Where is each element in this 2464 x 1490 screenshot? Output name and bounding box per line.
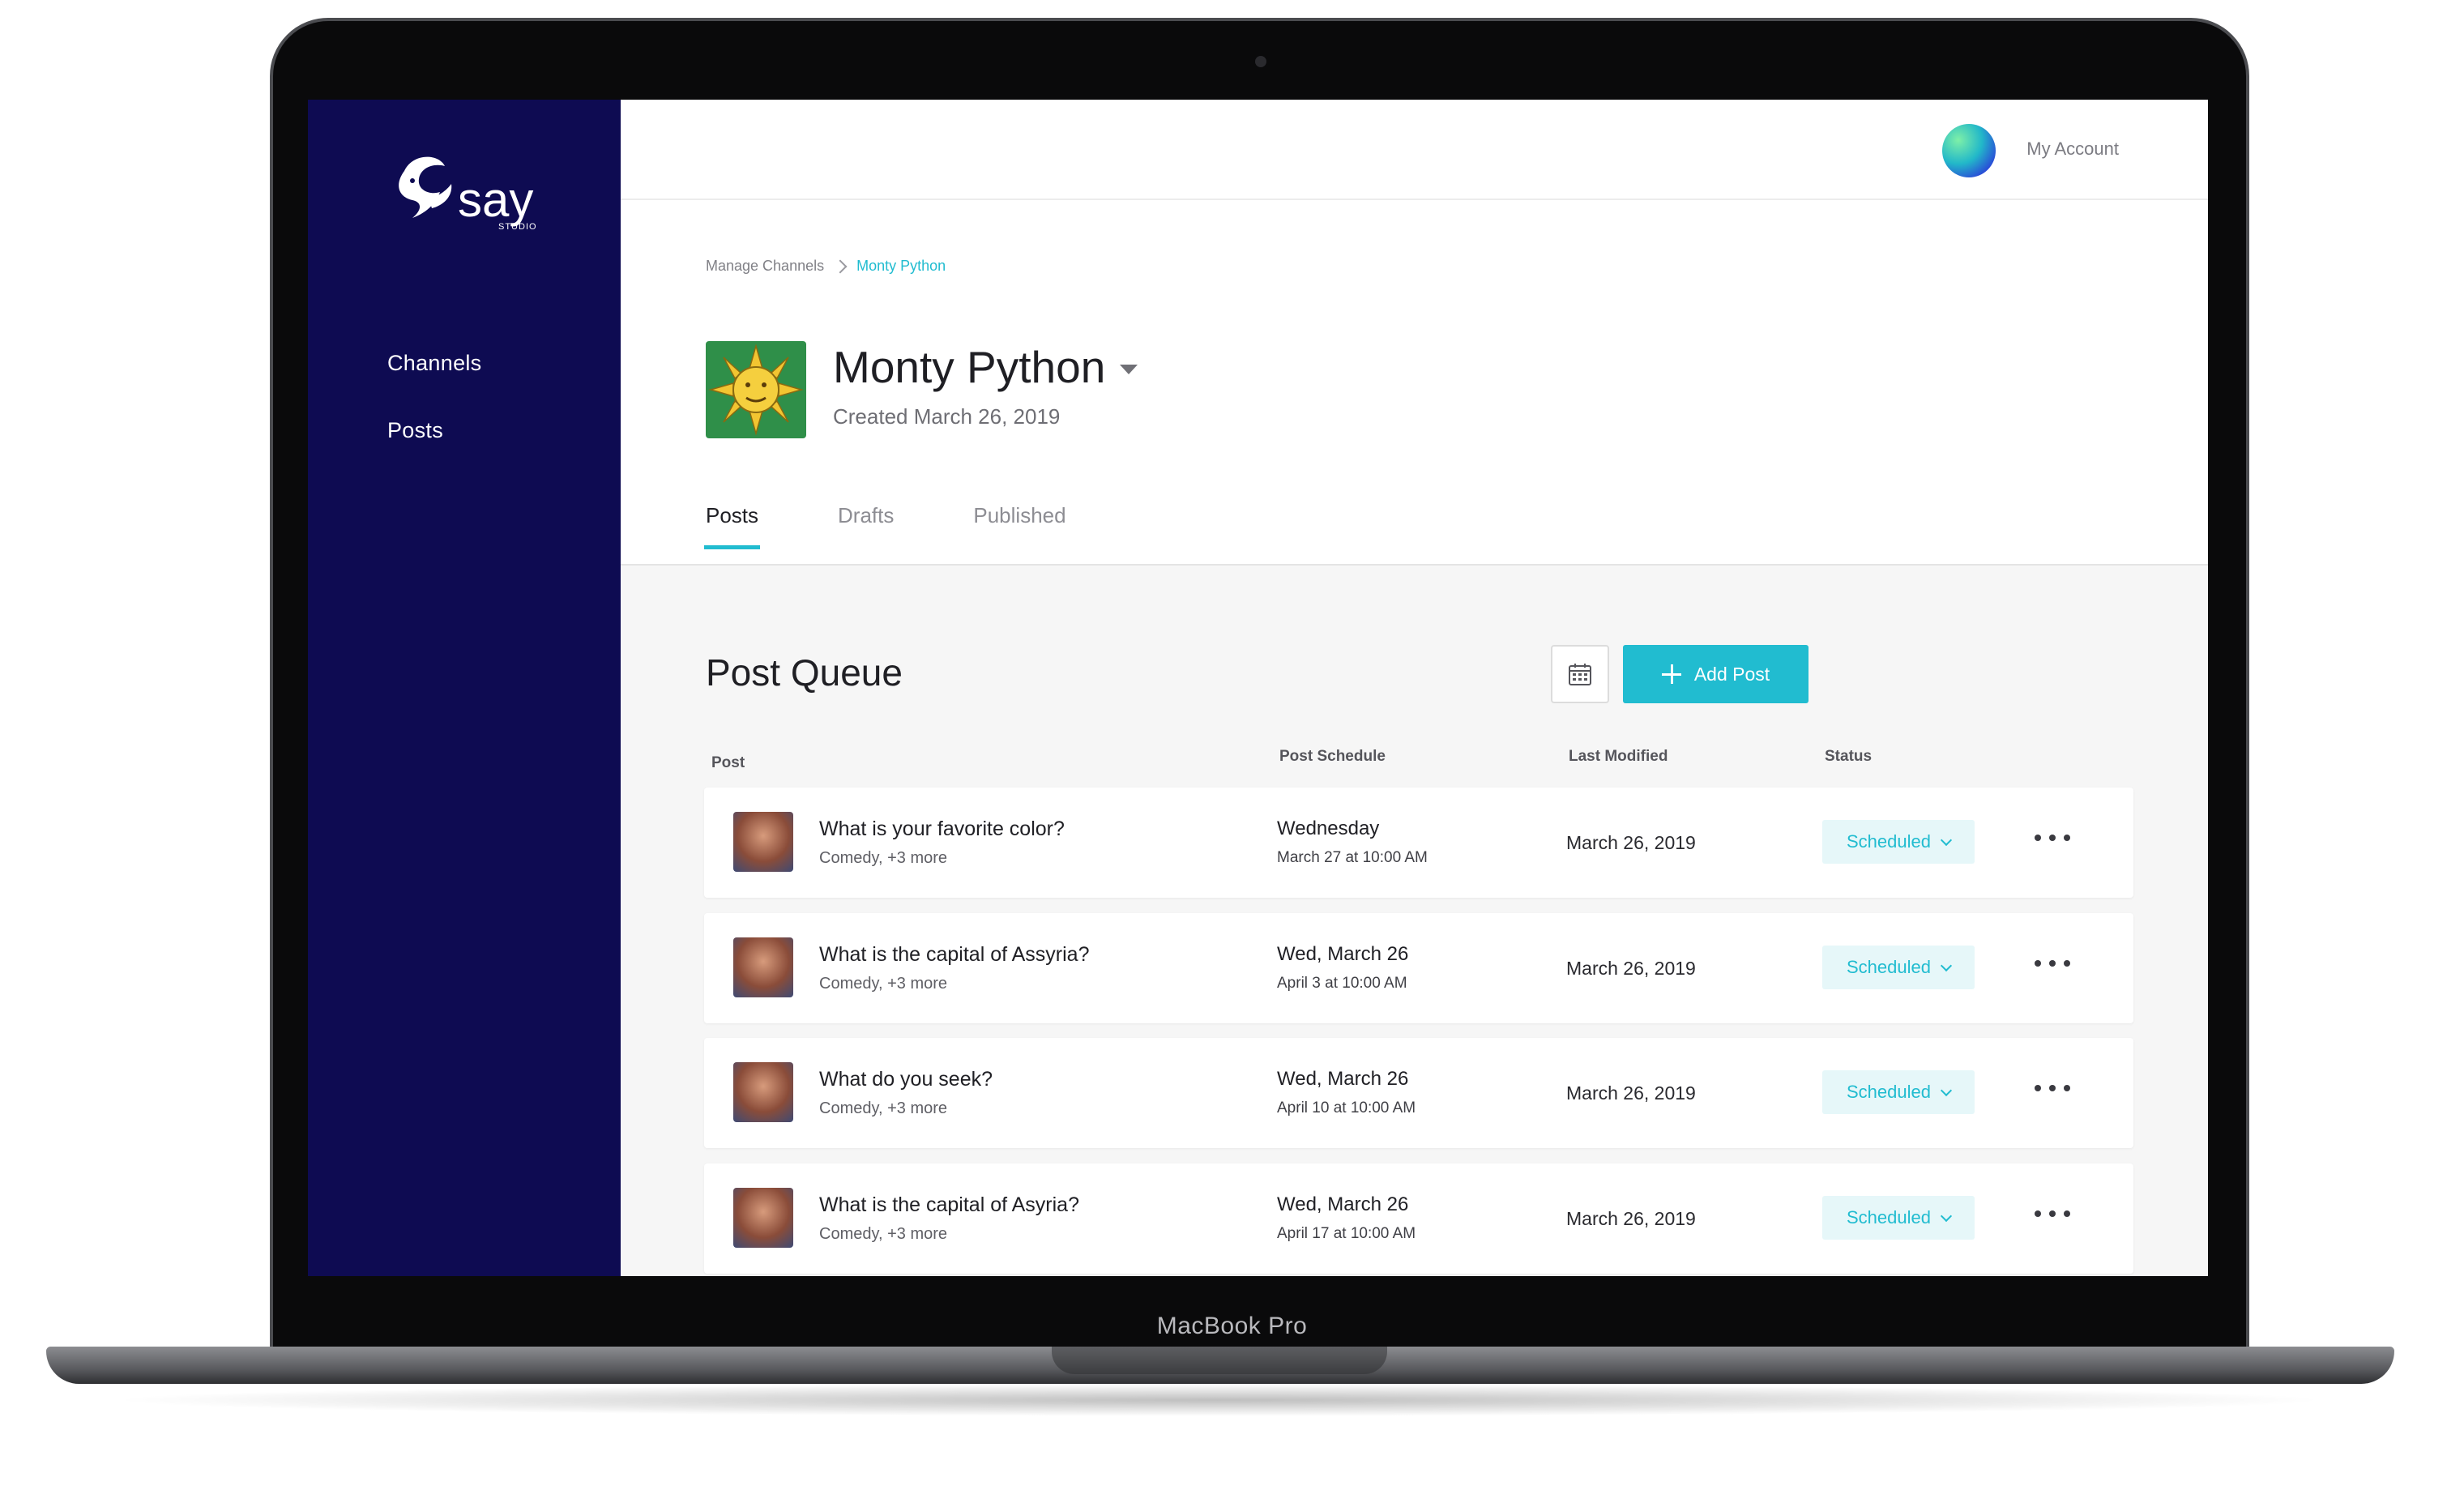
more-options-icon[interactable] [2035, 1080, 2070, 1096]
last-modified: March 26, 2019 [1566, 958, 1696, 979]
more-options-icon[interactable] [2035, 830, 2070, 846]
channel-header-panel: My Account Manage Channels Monty Python [621, 100, 2208, 566]
more-options-icon[interactable] [2035, 955, 2070, 971]
plus-icon [1661, 664, 1681, 684]
main-content: My Account Manage Channels Monty Python [621, 100, 2208, 1276]
post-tags: Comedy, +3 more [819, 849, 948, 867]
post-question: What is the capital of Asyria? [819, 1193, 1079, 1216]
schedule-time: March 27 at 10:00 AM [1277, 849, 1428, 866]
channel-tabs: Posts Drafts Published [703, 503, 1146, 549]
channel-created-date: Created March 26, 2019 [833, 404, 1061, 429]
table-row[interactable]: What is the capital of Assyria? Comedy, … [704, 913, 2133, 1023]
status-label: Scheduled [1847, 1082, 1931, 1102]
status-label: Scheduled [1847, 957, 1931, 977]
schedule-time: April 3 at 10:00 AM [1277, 975, 1407, 992]
tab-drafts[interactable]: Drafts [838, 503, 894, 528]
laptop-notch [1052, 1347, 1387, 1374]
sidebar-item-posts[interactable]: Posts [387, 418, 443, 443]
status-dropdown[interactable]: Scheduled [1822, 946, 1975, 989]
post-question: What do you seek? [819, 1068, 993, 1091]
calendar-icon [1569, 664, 1591, 685]
logo-subtext: STUDIO [498, 222, 537, 232]
status-label: Scheduled [1847, 1207, 1931, 1227]
table-row[interactable]: What is the capital of Asyria? Comedy, +… [704, 1163, 2133, 1274]
breadcrumb: Manage Channels Monty Python [706, 258, 946, 275]
last-modified: March 26, 2019 [1566, 1208, 1696, 1229]
chevron-right-icon [833, 259, 848, 273]
post-thumbnail [733, 1062, 793, 1122]
post-tags: Comedy, +3 more [819, 975, 948, 993]
add-post-label: Add Post [1693, 663, 1770, 685]
schedule-day: Wed, March 26 [1277, 943, 1409, 965]
device-label: MacBook Pro [1156, 1313, 1308, 1339]
add-post-button[interactable]: Add Post [1623, 645, 1808, 703]
say-logo[interactable]: say STUDIO [388, 148, 558, 237]
status-dropdown[interactable]: Scheduled [1822, 1196, 1975, 1240]
schedule-time: April 17 at 10:00 AM [1277, 1225, 1416, 1242]
chevron-down-icon [1940, 1084, 1953, 1097]
app-screen: say STUDIO Channels Posts My Account Man… [308, 100, 2208, 1276]
chevron-down-icon [1940, 834, 1953, 847]
calendar-button[interactable] [1551, 645, 1609, 703]
column-header-modified: Last Modified [1569, 748, 1668, 765]
channel-title[interactable]: Monty Python [833, 341, 1138, 393]
status-label: Scheduled [1847, 831, 1931, 852]
post-thumbnail [733, 1188, 793, 1248]
status-dropdown[interactable]: Scheduled [1822, 820, 1975, 864]
post-thumbnail [733, 812, 793, 872]
breadcrumb-manage-channels[interactable]: Manage Channels [706, 258, 824, 275]
schedule-time: April 10 at 10:00 AM [1277, 1099, 1416, 1116]
post-queue-title: Post Queue [706, 651, 903, 694]
logo-wordmark: say [458, 173, 533, 227]
column-header-post: Post [711, 754, 745, 771]
table-row[interactable]: What do you seek? Comedy, +3 more Wed, M… [704, 1038, 2133, 1148]
my-account-link[interactable]: My Account [2026, 139, 2119, 160]
caret-down-icon[interactable] [1120, 365, 1138, 374]
status-dropdown[interactable]: Scheduled [1822, 1070, 1975, 1114]
post-tags: Comedy, +3 more [819, 1225, 948, 1243]
schedule-day: Wed, March 26 [1277, 1193, 1409, 1215]
post-question: What is the capital of Assyria? [819, 943, 1090, 966]
tab-published[interactable]: Published [973, 503, 1065, 528]
table-row[interactable]: What is your favorite color? Comedy, +3 … [704, 788, 2133, 898]
channel-name: Monty Python [833, 342, 1106, 392]
post-tags: Comedy, +3 more [819, 1099, 948, 1117]
sidebar-item-channels[interactable]: Channels [387, 351, 481, 376]
more-options-icon[interactable] [2035, 1206, 2070, 1222]
last-modified: March 26, 2019 [1566, 1082, 1696, 1104]
schedule-day: Wednesday [1277, 818, 1380, 839]
camera-icon [1255, 56, 1266, 67]
post-question: What is your favorite color? [819, 818, 1065, 840]
last-modified: March 26, 2019 [1566, 832, 1696, 853]
schedule-day: Wed, March 26 [1277, 1068, 1409, 1090]
post-thumbnail [733, 937, 793, 997]
chevron-down-icon [1940, 1210, 1953, 1223]
sidebar: say STUDIO Channels Posts [308, 100, 621, 1276]
chevron-down-icon [1940, 959, 1953, 972]
laptop-shadow [105, 1384, 2334, 1416]
channel-avatar [706, 341, 806, 438]
sun-face-icon [708, 344, 804, 436]
breadcrumb-current: Monty Python [856, 258, 946, 274]
top-bar: My Account [621, 100, 2208, 200]
column-header-status: Status [1825, 748, 1873, 765]
account-avatar[interactable] [1942, 124, 1996, 177]
tab-posts[interactable]: Posts [703, 503, 761, 549]
column-header-schedule: Post Schedule [1279, 748, 1386, 765]
